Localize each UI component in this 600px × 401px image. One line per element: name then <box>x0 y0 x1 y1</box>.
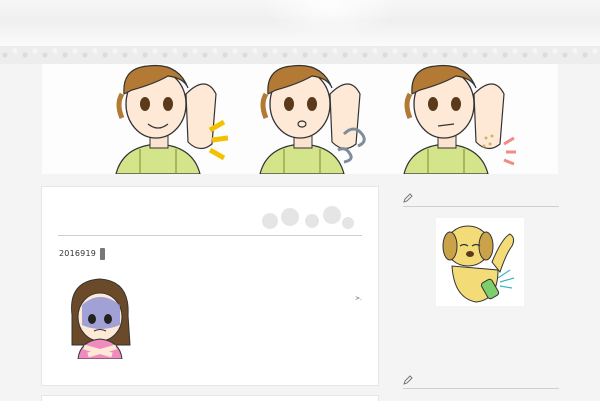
next-post-card <box>41 395 379 401</box>
banner-panel-worried <box>259 64 366 174</box>
sidebar-dog-image[interactable] <box>436 218 524 306</box>
banner-panel-sweaty <box>403 64 516 174</box>
lace-border <box>0 46 600 64</box>
pen-icon <box>403 193 413 203</box>
category-tag-icon[interactable] <box>100 248 105 260</box>
card-divider <box>58 235 362 236</box>
post-card: 2016919 >. <box>41 186 379 386</box>
sidebar-widget-title <box>403 192 559 207</box>
post-thumbnail[interactable] <box>58 275 144 359</box>
header-banner[interactable] <box>42 64 558 174</box>
read-more-link[interactable]: >. <box>355 295 362 302</box>
background-fabric <box>0 0 600 46</box>
sidebar-widget-title-2 <box>403 374 559 389</box>
pen-icon <box>403 375 413 385</box>
floral-decoration-icon <box>262 206 354 229</box>
post-date: 2016919 <box>59 249 97 258</box>
banner-panel-smile <box>115 64 228 174</box>
